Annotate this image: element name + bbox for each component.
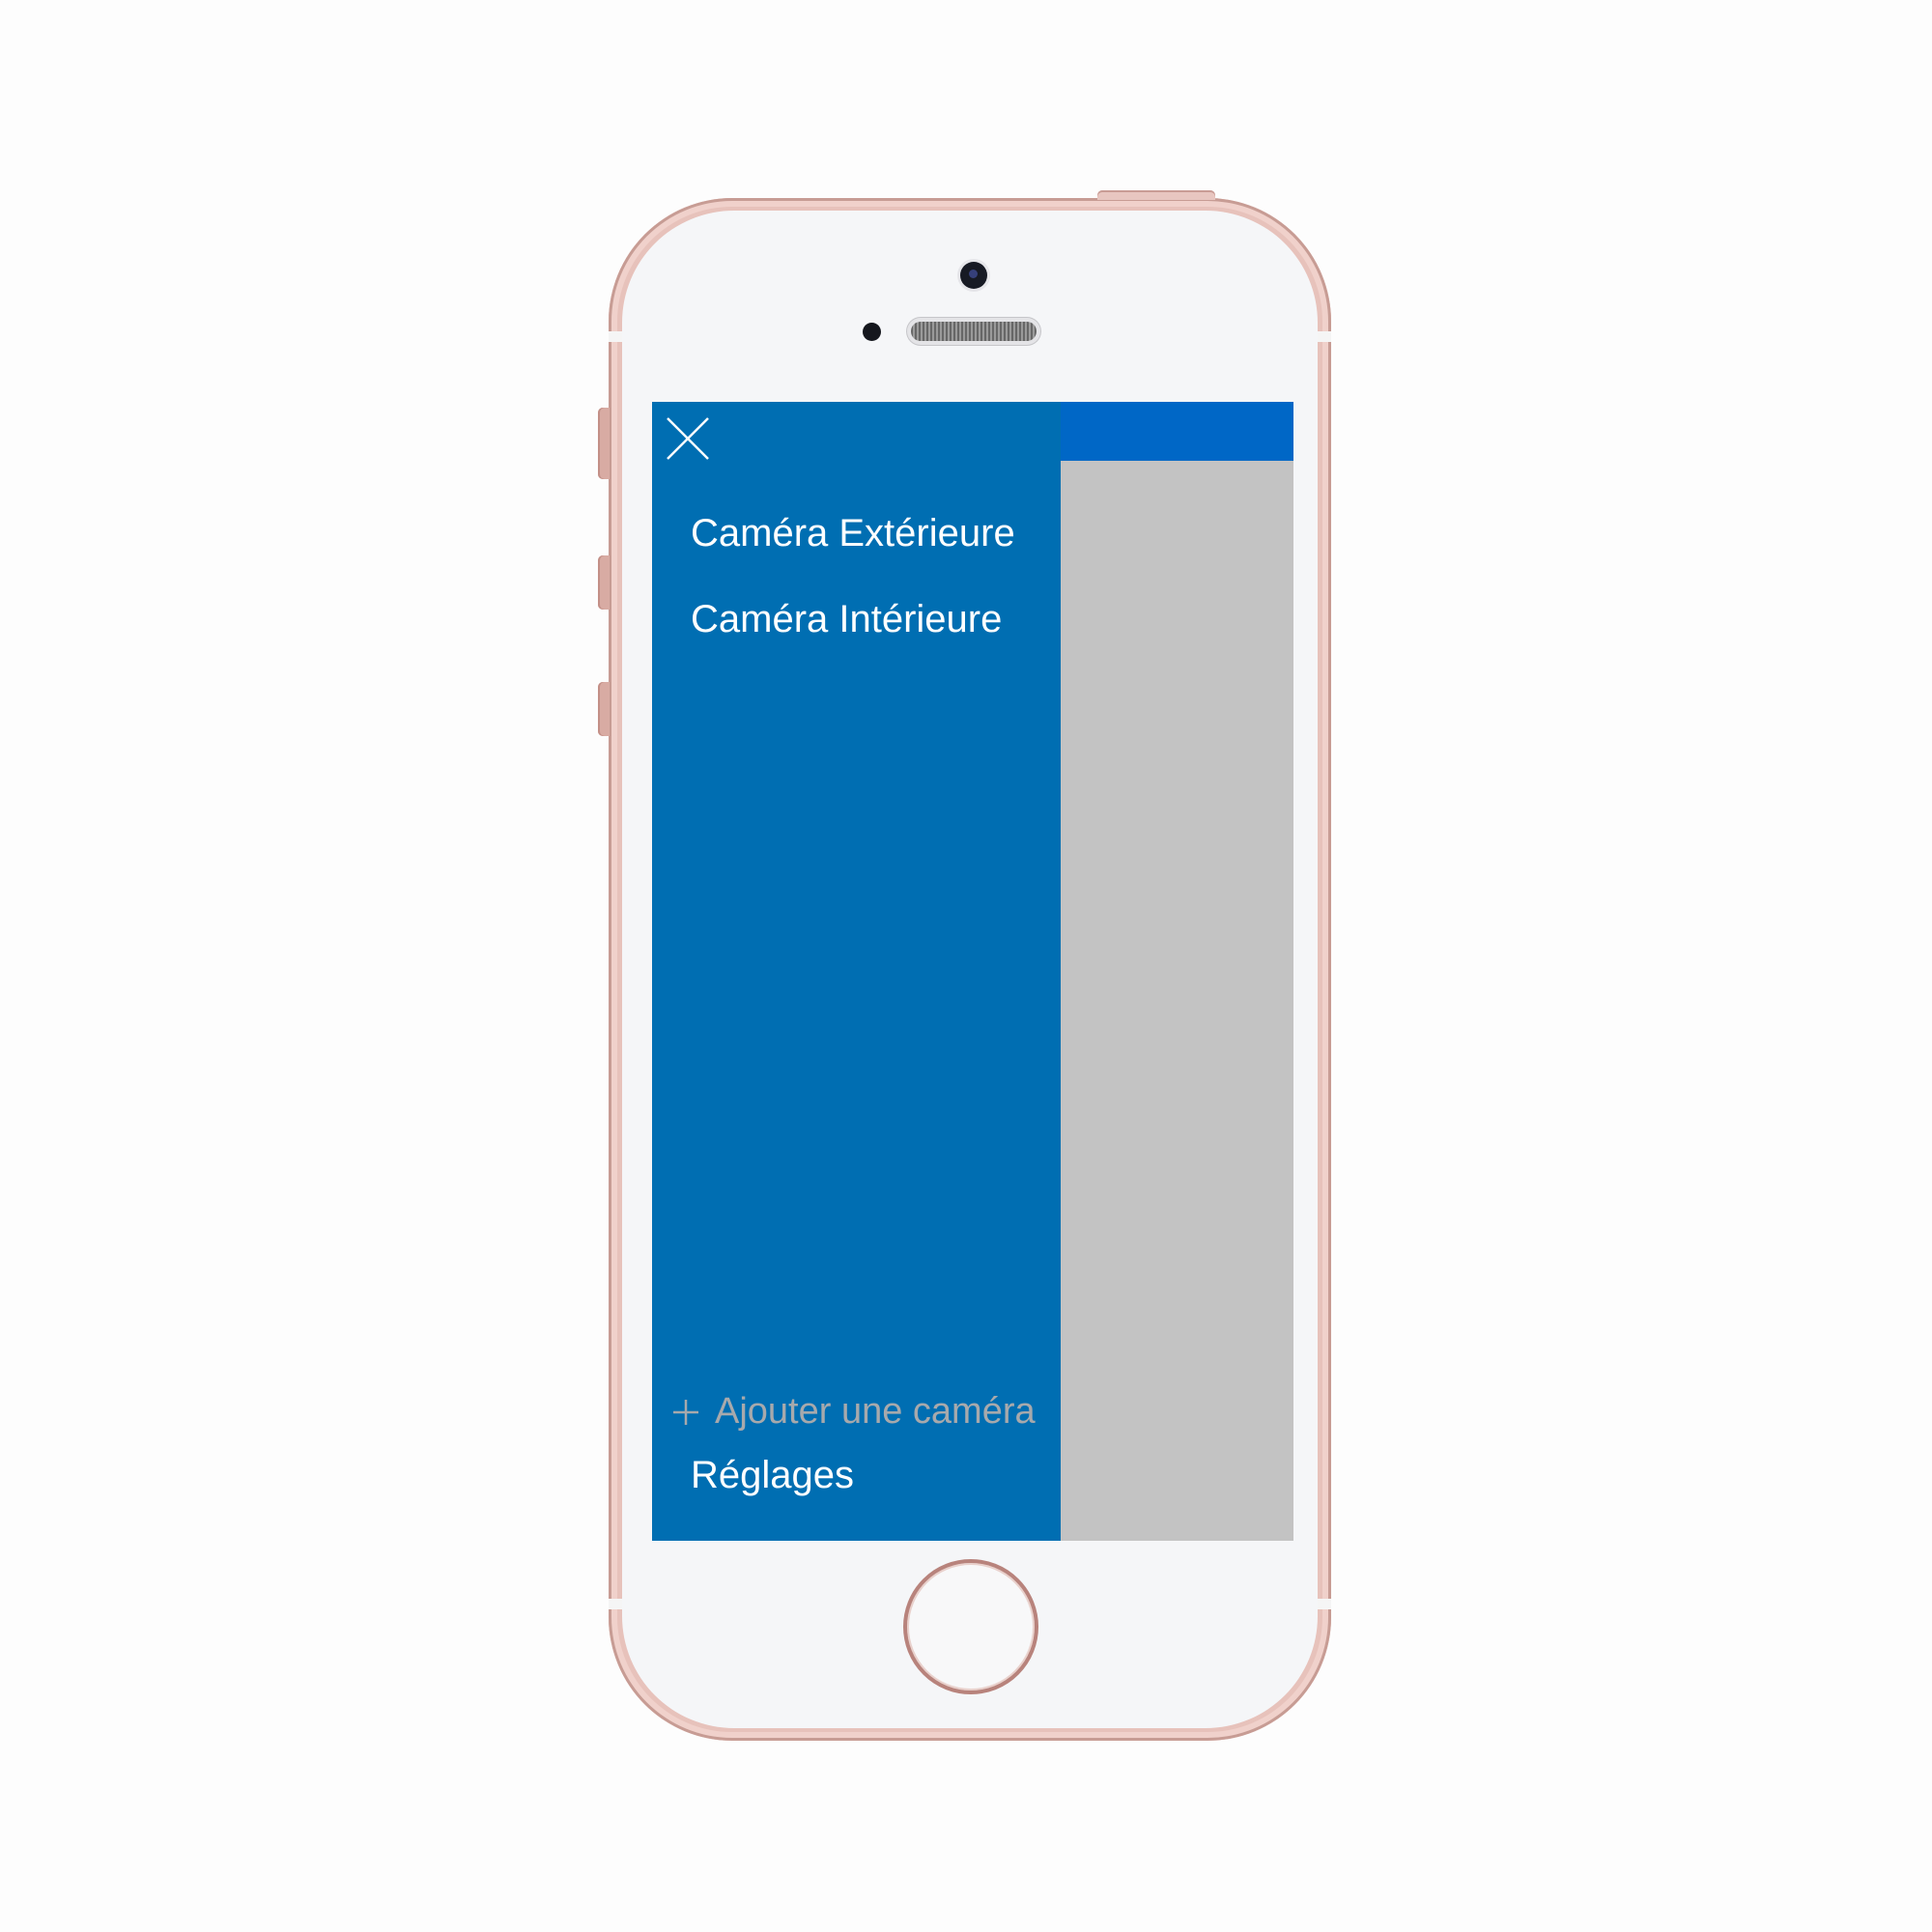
antenna-band (1318, 1599, 1331, 1609)
antenna-band (609, 331, 622, 342)
antenna-band (1318, 331, 1331, 342)
mute-switch (598, 408, 610, 479)
plus-icon (673, 1399, 698, 1425)
home-button[interactable] (903, 1559, 1038, 1694)
front-camera (960, 262, 987, 289)
menu-item-reglages[interactable]: Réglages (691, 1454, 854, 1497)
navigation-drawer: Caméra Extérieure Caméra Intérieure Ajou… (652, 402, 1061, 1541)
volume-up-button (598, 555, 610, 610)
antenna-band (609, 1599, 622, 1609)
add-camera-label: Ajouter une caméra (715, 1391, 1036, 1432)
menu-item-camera-exterieure[interactable]: Caméra Extérieure (691, 512, 1015, 555)
volume-down-button (598, 682, 610, 736)
phone-screen: Caméra Extérieure Caméra Intérieure Ajou… (652, 402, 1293, 1541)
close-icon (667, 417, 709, 460)
power-button (1097, 190, 1215, 200)
earpiece-speaker (911, 322, 1037, 341)
menu-item-camera-interieure[interactable]: Caméra Intérieure (691, 598, 1002, 641)
close-button[interactable] (666, 416, 710, 461)
add-camera-button[interactable]: Ajouter une caméra (672, 1391, 1036, 1433)
proximity-sensor (863, 323, 881, 341)
